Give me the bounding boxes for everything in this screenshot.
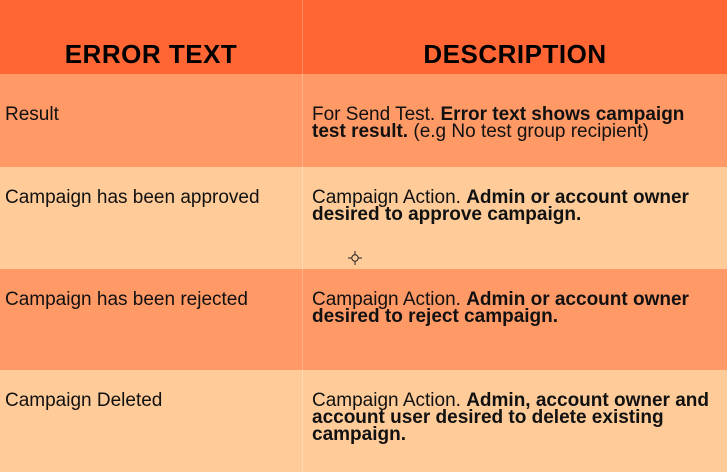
error-text-cell: Campaign Deleted [5, 390, 163, 411]
description-cell: Campaign Action. Admin or account owner … [302, 269, 727, 370]
table-row: Campaign has been approved Campaign Acti… [0, 167, 727, 269]
error-text-cell: Campaign has been rejected [5, 289, 248, 310]
table-row: Result For Send Test. Error text shows c… [0, 74, 727, 167]
description-cell: Campaign Action. Admin or account owner … [302, 167, 727, 269]
header-error-text: ERROR TEXT [64, 39, 238, 69]
description-cell: Campaign Action. Admin, account owner an… [302, 370, 727, 472]
table-header-row: ERROR TEXT DESCRIPTION [0, 0, 727, 74]
header-description: DESCRIPTION [302, 0, 727, 74]
error-text-cell: Campaign has been approved [5, 187, 260, 208]
table-row: Campaign Deleted Campaign Action. Admin,… [0, 370, 727, 472]
crosshair-cursor-icon [348, 251, 362, 265]
description-tail: (e.g No test group recipient) [408, 121, 649, 142]
error-text-cell: Result [5, 104, 59, 125]
error-text-table: ERROR TEXT DESCRIPTION Result For Send T… [0, 0, 727, 472]
table-row: Campaign has been rejected Campaign Acti… [0, 269, 727, 370]
description-cell: For Send Test. Error text shows campaign… [302, 74, 727, 167]
